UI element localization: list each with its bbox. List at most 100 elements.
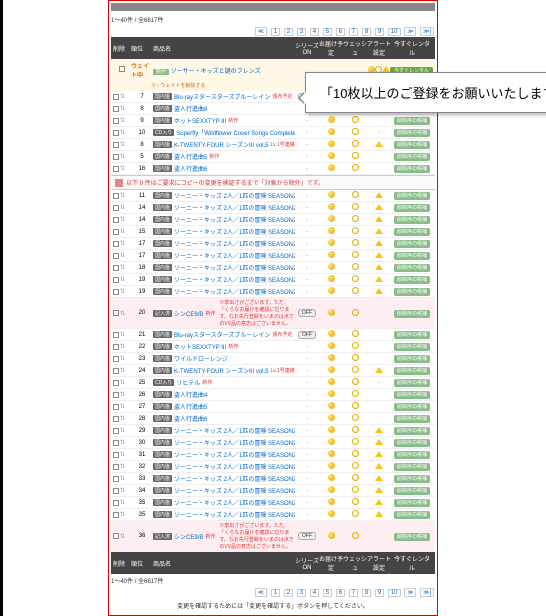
row-title[interactable]: K-TWENTY-FOUR シーズンIII vol.5 (174, 140, 268, 149)
row-action-button[interactable]: 削除序の候補 (394, 475, 430, 483)
row-action-button[interactable]: 削除序の候補 (394, 165, 430, 173)
row-action-button[interactable]: 削除序の候補 (394, 228, 430, 236)
row-title[interactable]: ソーニー・キッズ 2人／1匹の冒険 SEASON2 vol.9 (174, 287, 295, 296)
row-checkbox[interactable] (113, 356, 119, 362)
alert-icon[interactable] (375, 264, 383, 270)
drag-icon[interactable]: ⇅ (120, 252, 125, 259)
row-action-button[interactable]: 削除序の候補 (394, 367, 430, 375)
alert-icon[interactable] (375, 427, 383, 433)
row-title[interactable]: リヒテル (176, 378, 200, 387)
row-action-button[interactable]: 削除序の候補 (394, 379, 430, 387)
row-action-button[interactable]: 削除序の候補 (394, 331, 430, 339)
row-action-button[interactable]: 削除序の候補 (394, 499, 430, 507)
row-title[interactable]: 盗人行進曲8 (174, 104, 207, 113)
row-title[interactable]: ソーニー・キッズ 2人／1匹の冒険 SEASON2 vol.2 (174, 438, 295, 447)
row-action-button[interactable]: 削除序の候補 (394, 129, 430, 137)
drag-icon[interactable]: ⇅ (120, 105, 125, 112)
wait-checkbox[interactable] (119, 66, 125, 72)
row-title[interactable]: ソーニー・キッズ 2人／1匹の冒険 SEASON2 vol.1 (174, 426, 295, 435)
row-checkbox[interactable] (113, 464, 119, 470)
row-title[interactable]: ソーニー・キッズ 2人／1匹の冒険 SEASON2 vol.6 (174, 251, 295, 260)
wish-icon[interactable] (352, 251, 359, 258)
row-action-button[interactable]: 削除序の候補 (394, 427, 430, 435)
drag-icon[interactable]: ⇅ (120, 310, 125, 317)
row-title[interactable]: ソーニー・キッズ 2人／1匹の冒険 SEASON2 vol.4 (174, 227, 295, 236)
wish-icon[interactable] (352, 116, 359, 123)
row-title[interactable]: ソーニー・キッズ 2人／1匹の冒険 SEASON2 vol.3 (174, 450, 295, 459)
drag-icon[interactable]: ⇅ (120, 355, 125, 362)
wish-icon[interactable] (352, 287, 359, 294)
drag-icon[interactable]: ⇅ (120, 367, 125, 374)
alert-icon[interactable] (375, 192, 383, 198)
drag-icon[interactable]: ⇅ (120, 487, 125, 494)
alert-icon[interactable] (375, 439, 383, 445)
row-checkbox[interactable] (113, 380, 119, 386)
row-title[interactable]: シンCE9/B (174, 532, 203, 541)
pager-8[interactable]: 8 (362, 28, 371, 36)
wish-icon[interactable] (352, 227, 359, 234)
row-checkbox[interactable] (113, 142, 119, 148)
row-checkbox[interactable] (113, 392, 119, 398)
row-checkbox[interactable] (113, 130, 119, 136)
row-checkbox[interactable] (113, 452, 119, 458)
drag-icon[interactable]: ⇅ (120, 93, 125, 100)
alert-icon[interactable] (375, 204, 383, 210)
wish-icon[interactable] (352, 414, 359, 421)
drag-icon[interactable]: ⇅ (120, 475, 125, 482)
row-title[interactable]: シンCE9/B (174, 309, 203, 318)
wish-icon[interactable] (352, 164, 359, 171)
row-action-button[interactable]: 削除序の候補 (394, 264, 430, 272)
alert-icon[interactable] (375, 499, 383, 505)
row-title[interactable]: ソーニー・キッズ 2人／1匹の冒険 SEASON2 vol.2 (174, 203, 295, 212)
row-action-button[interactable]: 削除序の候補 (394, 511, 430, 519)
row-title[interactable]: ホットSEXXTYP III (174, 116, 226, 125)
alert-icon[interactable] (375, 288, 383, 294)
row-title[interactable]: ソーニー・キッズ 2人／1匹の冒険 SEASON2 vol.5 (174, 239, 295, 248)
row-title[interactable]: ソーニー・キッズ 2人／1匹の冒険 SEASON2 vol.7 (174, 263, 295, 272)
alert-icon[interactable] (375, 252, 383, 258)
row-action-button[interactable]: 削除序の候補 (394, 240, 430, 248)
alert-icon[interactable] (375, 367, 383, 373)
row-checkbox[interactable] (113, 265, 119, 271)
row-action-button[interactable]: 削除序の候補 (394, 310, 430, 318)
row-title[interactable]: 盗人行進曲6 (174, 164, 207, 173)
row-checkbox[interactable] (113, 154, 119, 160)
row-title[interactable]: 盗人行進曲4 (174, 390, 207, 399)
row-checkbox[interactable] (113, 277, 119, 283)
drag-icon[interactable]: ⇅ (120, 427, 125, 434)
row-title[interactable]: 盗人行進曲6 (174, 414, 207, 423)
drag-icon[interactable]: ⇅ (120, 228, 125, 235)
row-action-button[interactable]: 削除序の候補 (394, 391, 430, 399)
row-checkbox[interactable] (113, 217, 119, 223)
row-checkbox[interactable] (113, 229, 119, 235)
pager-3[interactable]: 3 (297, 28, 306, 36)
series-toggle[interactable]: OFF (298, 331, 316, 339)
series-toggle[interactable]: OFF (298, 309, 316, 317)
alert-icon[interactable] (375, 141, 383, 147)
row-checkbox[interactable] (113, 533, 119, 539)
row-checkbox[interactable] (113, 404, 119, 410)
wish-icon[interactable] (352, 263, 359, 270)
row-title[interactable]: 盗人行進曲5 (174, 152, 207, 161)
wish-icon[interactable] (352, 378, 359, 385)
wish-icon[interactable] (352, 128, 359, 135)
row-action-button[interactable]: 削除序の候補 (394, 415, 430, 423)
row-title[interactable]: ホットSEXXTYP III (174, 342, 226, 351)
row-title[interactable]: ソーニー・キッズ 2人／1匹の冒険 SEASON2 vol.4 (174, 462, 295, 471)
row-checkbox[interactable] (113, 253, 119, 259)
drag-icon[interactable]: ⇅ (120, 533, 125, 540)
wish-icon[interactable] (352, 450, 359, 457)
wish-icon[interactable] (352, 203, 359, 210)
drag-icon[interactable]: ⇅ (120, 288, 125, 295)
wish-icon[interactable] (352, 354, 359, 361)
row-title[interactable]: ソーニー・キッズ 2人／1匹の冒険 SEASON2 vol.7 (174, 498, 295, 507)
row-title[interactable]: ソーニー・キッズ 2人／1匹の冒険 SEASON2 vol.6 (174, 486, 295, 495)
row-checkbox[interactable] (113, 488, 119, 494)
drag-icon[interactable]: ⇅ (120, 331, 125, 338)
row-action-button[interactable]: 削除序の候補 (394, 487, 430, 495)
wish-icon[interactable] (352, 239, 359, 246)
row-checkbox[interactable] (113, 332, 119, 338)
row-title[interactable]: ソーニー・キッズ 2人／1匹の冒険 SEASON2 vol.3 (174, 215, 295, 224)
row-checkbox[interactable] (113, 118, 119, 124)
wish-icon[interactable] (352, 275, 359, 282)
